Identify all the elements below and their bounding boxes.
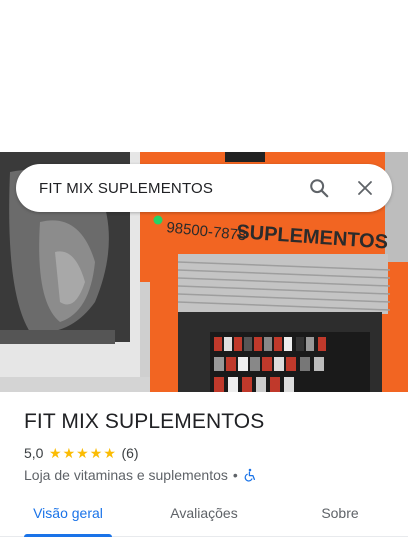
active-tab-indicator [24, 534, 112, 537]
place-tabs: Visão geral Avaliações Sobre [0, 494, 408, 537]
place-title: FIT MIX SUPLEMENTOS [24, 410, 265, 433]
rating-value: 5,0 [24, 445, 44, 461]
star-icon: ★ [62, 445, 76, 461]
star-rating: ★ ★ ★ ★ ★ [48, 446, 116, 460]
close-icon [358, 181, 372, 195]
place-category[interactable]: Loja de vitaminas e suplementos [24, 467, 228, 483]
star-icon: ★ [103, 445, 116, 461]
star-icon: ★ [89, 445, 103, 461]
wheelchair-accessible-icon[interactable] [243, 468, 257, 482]
search-bar[interactable]: FIT MIX SUPLEMENTOS [16, 164, 392, 212]
tab-reviews[interactable]: Avaliações [136, 494, 272, 536]
rating-row[interactable]: 5,0 ★ ★ ★ ★ ★ (6) [24, 443, 392, 463]
category-row: Loja de vitaminas e suplementos • [24, 465, 392, 485]
tab-overview[interactable]: Visão geral [0, 494, 136, 537]
search-input[interactable]: FIT MIX SUPLEMENTOS [16, 180, 299, 197]
tab-about[interactable]: Sobre [272, 494, 408, 536]
separator-dot: • [232, 467, 238, 483]
clear-button[interactable] [345, 168, 385, 208]
review-count[interactable]: (6) [121, 445, 138, 461]
star-icon: ★ [48, 445, 62, 461]
search-button[interactable] [299, 168, 339, 208]
star-icon: ★ [76, 445, 89, 461]
place-info: FIT MIX SUPLEMENTOS 5,0 ★ ★ ★ ★ ★ (6) Lo… [24, 408, 392, 485]
search-icon [310, 179, 329, 198]
